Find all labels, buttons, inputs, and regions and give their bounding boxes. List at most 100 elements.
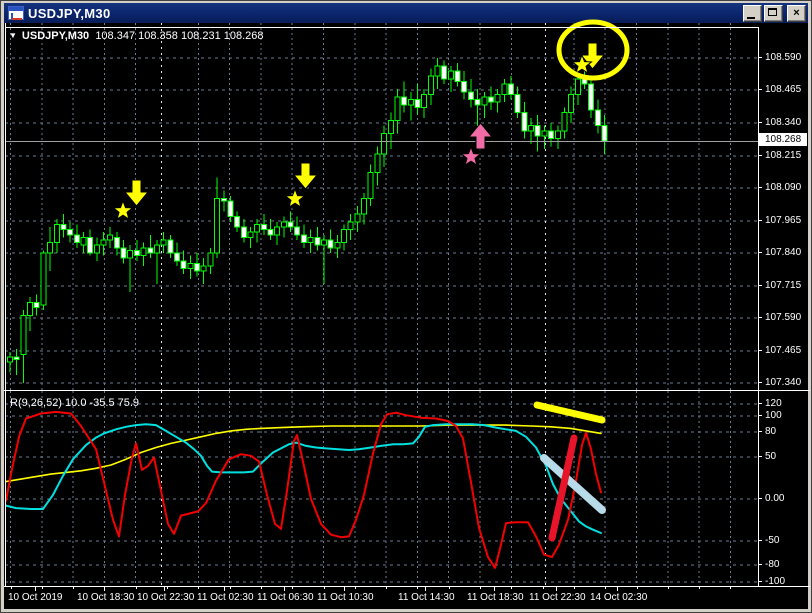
price-axis[interactable]: 108.590 108.465 108.340 108.268 108.215 108.0… xyxy=(759,23,810,391)
bull-candle xyxy=(361,197,368,215)
time-tick-major xyxy=(494,587,495,591)
maximize-button[interactable] xyxy=(764,4,783,22)
time-tick xyxy=(542,587,544,589)
bull-candle xyxy=(407,99,414,106)
time-axis-label: 10 Oct 18:30 xyxy=(77,592,135,603)
time-tick xyxy=(167,587,168,589)
time-axis-label: 14 Oct 02:30 xyxy=(590,592,648,603)
time-tick-major xyxy=(556,587,557,591)
bear-candle xyxy=(113,236,120,249)
bear-candle xyxy=(534,125,541,137)
indicator-axis-label: -50 xyxy=(759,534,779,547)
bull-candle xyxy=(80,236,87,246)
time-tick xyxy=(323,587,325,589)
time-tick xyxy=(667,587,669,589)
bull-candle xyxy=(574,78,581,95)
bull-candle xyxy=(341,229,347,244)
bull-candle xyxy=(127,249,134,259)
time-tick-major xyxy=(617,587,618,591)
bear-candle xyxy=(594,109,601,127)
bull-candle xyxy=(541,130,548,137)
time-tick xyxy=(73,587,75,589)
bear-candle xyxy=(180,260,187,270)
bull-candle xyxy=(214,197,221,254)
bull-candle xyxy=(254,223,261,233)
price-axis-label: 108.590 xyxy=(759,51,801,64)
bull-candle xyxy=(354,213,361,223)
bear-candle xyxy=(461,80,468,93)
indicator-line xyxy=(5,410,602,569)
main-chart[interactable] xyxy=(5,19,758,391)
time-tick xyxy=(135,587,137,589)
indicator-axis[interactable]: 120 100 80 50 0.00 -50 -80 -100 xyxy=(759,391,810,587)
title-bar[interactable]: USDJPY,M30 × xyxy=(4,3,808,23)
bull-candle xyxy=(334,242,341,249)
bear-candle xyxy=(133,249,140,257)
bull-candle xyxy=(274,226,281,236)
bull-candle xyxy=(207,252,214,267)
bull-candle xyxy=(320,239,327,246)
close-icon: × xyxy=(793,6,800,19)
bear-candle xyxy=(508,83,514,95)
bear-candle xyxy=(601,125,608,142)
time-tick-major xyxy=(224,587,225,591)
bull-candle xyxy=(100,239,107,246)
time-tick xyxy=(448,587,450,589)
bear-candle xyxy=(13,356,20,361)
time-tick xyxy=(605,587,607,589)
bull-candle xyxy=(374,153,381,173)
indicator-chart[interactable] xyxy=(5,391,758,587)
bear-candle xyxy=(548,130,555,140)
bull-candle xyxy=(554,130,561,140)
time-axis[interactable]: 10 Oct 2019 10 Oct 18:30 10 Oct 22:30 11 Oc… xyxy=(5,587,810,610)
bear-candle xyxy=(474,99,481,106)
bull-candle xyxy=(93,244,100,254)
star-marker xyxy=(460,145,482,167)
bull-candle xyxy=(481,96,488,106)
time-tick-major xyxy=(164,587,165,591)
time-tick xyxy=(41,587,43,589)
time-tick xyxy=(354,587,356,589)
mt4-chart-window: USDJPY,M30 × ▼ USDJPY,M30 108.347 108.358… xyxy=(0,0,812,613)
bear-candle xyxy=(314,236,321,246)
bear-candle xyxy=(514,93,521,114)
minimize-button[interactable] xyxy=(743,4,762,22)
close-button[interactable]: × xyxy=(787,4,806,22)
bull-candle xyxy=(528,125,535,132)
star-marker xyxy=(112,199,134,221)
price-axis-label: 107.840 xyxy=(759,246,801,259)
bear-candle xyxy=(167,239,174,254)
chart-top-border xyxy=(5,27,758,28)
chart-window-icon xyxy=(8,6,24,20)
pane-splitter[interactable] xyxy=(4,390,810,391)
time-axis-label: 11 Oct 02:30 xyxy=(197,592,254,603)
price-axis-label: 107.340 xyxy=(759,376,801,389)
bear-candle xyxy=(287,221,294,228)
time-tick xyxy=(198,587,200,589)
ohlc-values: 108.347 108.358 108.231 108.268 xyxy=(95,30,264,42)
maximize-icon xyxy=(768,7,777,16)
time-tick xyxy=(292,587,294,589)
time-axis-label: 11 Oct 06:30 xyxy=(257,592,314,603)
window-title: USDJPY,M30 xyxy=(28,5,111,21)
bear-candle xyxy=(227,200,234,218)
time-axis-label: 10 Oct 2019 xyxy=(8,592,63,603)
bear-candle xyxy=(267,229,274,236)
candles xyxy=(7,55,608,383)
bull-candle xyxy=(421,93,428,108)
current-price-badge: 108.268 xyxy=(759,133,807,146)
bull-candle xyxy=(27,301,34,316)
bull-candle xyxy=(200,265,207,272)
bear-candle xyxy=(87,236,94,254)
indicator-axis-label: -80 xyxy=(759,558,779,571)
time-tick xyxy=(730,587,732,589)
trend-line-annotation xyxy=(533,401,606,424)
chart-left-border xyxy=(5,23,6,587)
bear-candle xyxy=(327,239,334,249)
bear-candle xyxy=(487,96,494,103)
chevron-down-icon[interactable]: ▼ xyxy=(9,31,17,40)
symbol-name: USDJPY,M30 xyxy=(21,30,90,42)
bull-candle xyxy=(447,70,454,80)
bull-candle xyxy=(187,262,194,270)
bull-candle xyxy=(387,119,394,134)
